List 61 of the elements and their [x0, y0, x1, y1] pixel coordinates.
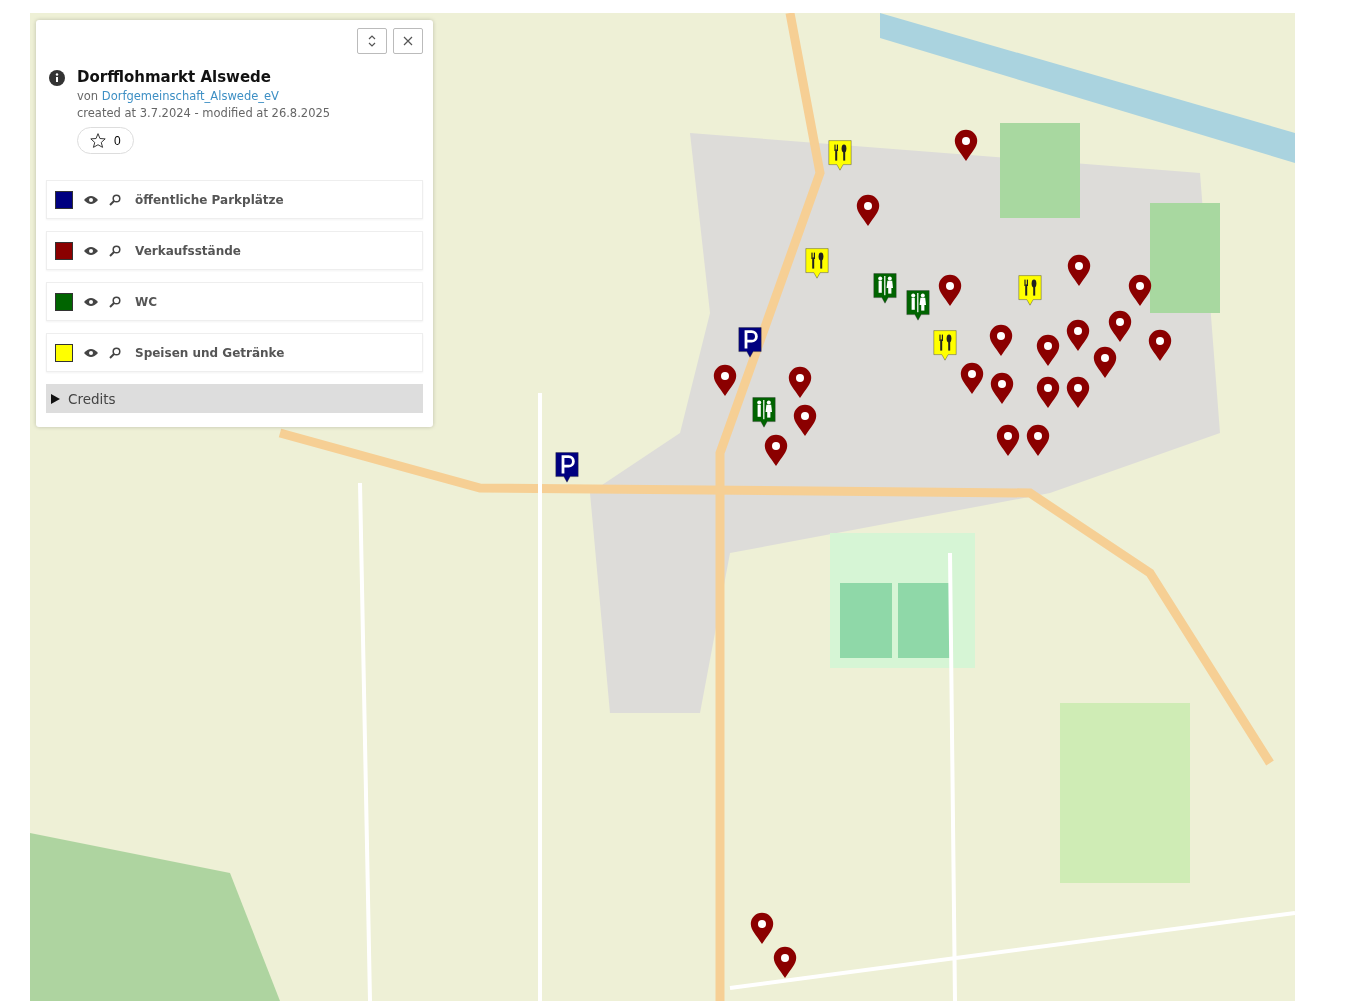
pin-marker-icon[interactable]: [959, 362, 985, 394]
layer-row[interactable]: Speisen und Getränke: [46, 333, 423, 372]
pin-marker-icon[interactable]: [749, 912, 775, 944]
pin-marker-icon[interactable]: [855, 194, 881, 226]
pin-marker-icon[interactable]: [989, 372, 1015, 404]
pin-marker-icon[interactable]: [988, 324, 1014, 356]
layer-label: öffentliche Parkplätze: [135, 192, 284, 207]
pin-marker-icon[interactable]: [937, 274, 963, 306]
pin-marker-icon[interactable]: [712, 364, 738, 396]
close-button[interactable]: [393, 28, 423, 54]
pin-marker-icon[interactable]: [1066, 254, 1092, 286]
star-icon: [90, 133, 106, 148]
layer-row[interactable]: Verkaufsstände: [46, 231, 423, 270]
star-button[interactable]: 0: [77, 127, 134, 154]
pin-marker-icon[interactable]: [1065, 319, 1091, 351]
cutlery-marker-icon[interactable]: [932, 329, 958, 361]
cutlery-marker-icon[interactable]: [1017, 274, 1043, 306]
zoom-icon[interactable]: [109, 193, 121, 206]
pin-marker-icon[interactable]: [792, 404, 818, 436]
close-icon: [403, 36, 413, 46]
parking-marker-icon[interactable]: [554, 451, 580, 483]
parking-marker-icon[interactable]: [737, 326, 763, 358]
zoom-icon[interactable]: [109, 244, 121, 257]
pin-marker-icon[interactable]: [1025, 424, 1051, 456]
chevron-up-down-icon: [367, 34, 377, 48]
toilet-marker-icon[interactable]: [751, 396, 777, 428]
zoom-icon[interactable]: [109, 295, 121, 308]
pin-marker-icon[interactable]: [953, 129, 979, 161]
cutlery-marker-icon[interactable]: [804, 247, 830, 279]
caret-right-icon: [51, 393, 60, 404]
eye-icon[interactable]: [83, 347, 99, 358]
layer-label: Speisen und Getränke: [135, 345, 285, 360]
map-placeholder[interactable]: Dorfflohmarkt Alswede von Dorfgemeinschaft_Alswede_eV created at 3.7.2024 - modified at 26.8.2025 0 öffentliche Parkplätze Verkaufsstände WC Speisen und Getränke Credits: [30, 13, 1295, 1001]
dates-text: created at 3.7.2024 - modified at 26.8.2025: [77, 106, 331, 120]
pin-marker-icon[interactable]: [763, 434, 789, 466]
layer-label: WC: [135, 294, 158, 309]
cutlery-marker-icon[interactable]: [827, 139, 853, 171]
eye-icon[interactable]: [83, 245, 99, 256]
pin-marker-icon[interactable]: [1035, 376, 1061, 408]
credits-toggle[interactable]: Credits: [46, 384, 423, 413]
layer-label: Verkaufsstände: [135, 243, 241, 258]
pin-marker-icon[interactable]: [995, 424, 1021, 456]
author-line: von Dorfgemeinschaft_Alswede_eV: [77, 89, 280, 103]
eye-icon[interactable]: [83, 194, 99, 205]
pin-marker-icon[interactable]: [1107, 310, 1133, 342]
pin-marker-icon[interactable]: [1127, 274, 1153, 306]
info-icon: [49, 70, 65, 86]
map-title: Dorfflohmarkt Alswede: [77, 68, 273, 86]
pin-marker-icon[interactable]: [1147, 329, 1173, 361]
pin-marker-icon[interactable]: [787, 366, 813, 398]
pin-marker-icon[interactable]: [1065, 376, 1091, 408]
toilet-marker-icon[interactable]: [872, 272, 898, 304]
layer-row[interactable]: WC: [46, 282, 423, 321]
zoom-icon[interactable]: [109, 346, 121, 359]
layer-row[interactable]: öffentliche Parkplätze: [46, 180, 423, 219]
pin-marker-icon[interactable]: [1092, 346, 1118, 378]
eye-icon[interactable]: [83, 296, 99, 307]
author-link[interactable]: Dorfgemeinschaft_Alswede_eV: [101, 89, 279, 103]
toilet-marker-icon[interactable]: [905, 289, 931, 321]
pin-marker-icon[interactable]: [772, 946, 798, 978]
pin-marker-icon[interactable]: [1035, 334, 1061, 366]
